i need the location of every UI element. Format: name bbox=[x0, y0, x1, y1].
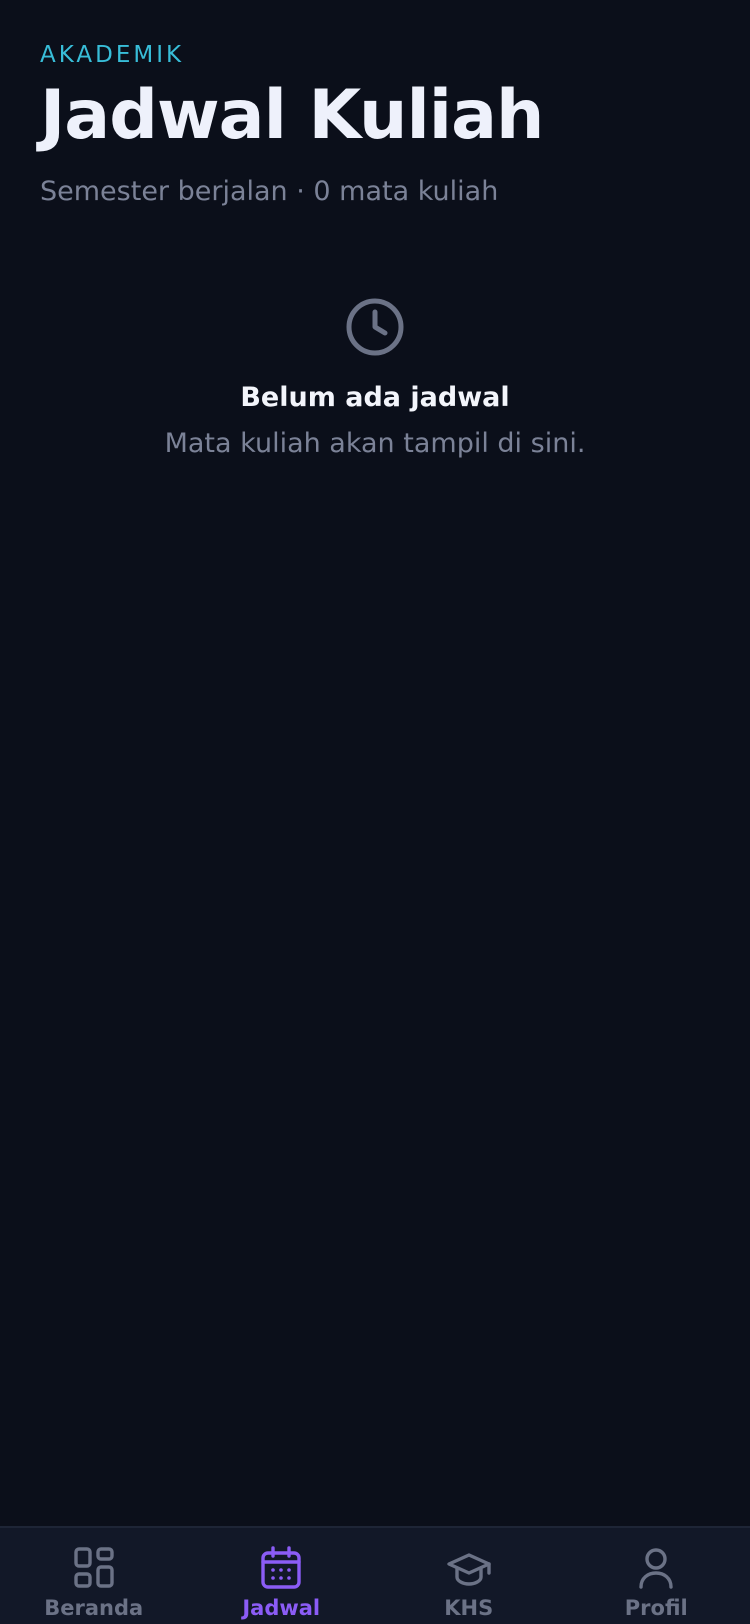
bottom-tab-bar: Beranda Jadwal KHS Profil bbox=[0, 1526, 750, 1624]
tab-beranda[interactable]: Beranda bbox=[0, 1528, 188, 1624]
schedule-screen: AKADEMIK Jadwal Kuliah Semester berjalan… bbox=[0, 0, 750, 1624]
tab-profil[interactable]: Profil bbox=[563, 1528, 750, 1624]
tab-khs[interactable]: KHS bbox=[375, 1528, 563, 1624]
page-title: Jadwal Kuliah bbox=[40, 76, 544, 155]
empty-state: Belum ada jadwal Mata kuliah akan tampil… bbox=[0, 296, 750, 462]
empty-state-title: Belum ada jadwal bbox=[240, 382, 510, 413]
user-icon bbox=[639, 1548, 673, 1589]
tab-label-jadwal: Jadwal bbox=[242, 1596, 321, 1620]
grid-icon bbox=[74, 1547, 114, 1588]
tab-label-profil: Profil bbox=[624, 1596, 688, 1620]
tab-label-beranda: Beranda bbox=[44, 1596, 144, 1620]
section-eyebrow: AKADEMIK bbox=[40, 42, 185, 68]
calendar-icon bbox=[261, 1546, 301, 1589]
clock-icon bbox=[346, 298, 404, 356]
tab-jadwal[interactable]: Jadwal bbox=[188, 1528, 376, 1624]
graduation-cap-icon bbox=[447, 1553, 491, 1586]
page-subtitle: Semester berjalan · 0 mata kuliah bbox=[40, 176, 499, 207]
page-header: AKADEMIK Jadwal Kuliah Semester berjalan… bbox=[40, 40, 710, 210]
empty-state-message: Mata kuliah akan tampil di sini. bbox=[164, 428, 586, 459]
tab-label-khs: KHS bbox=[444, 1596, 494, 1620]
